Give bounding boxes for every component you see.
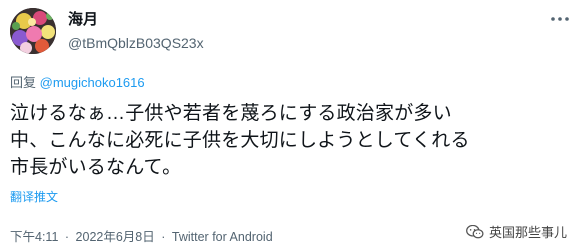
display-name[interactable]: 海月 — [68, 10, 204, 30]
reply-mention-link[interactable]: @mugichoko1616 — [40, 75, 145, 90]
tweet-metadata: 下午4:11 · 2022年6月8日 · Twitter for Android — [10, 226, 273, 245]
meta-separator: · — [161, 230, 166, 244]
user-info: 海月 @tBmQblzB03QS23x — [68, 10, 204, 53]
watermark-text: 英国那些事儿 — [488, 225, 567, 240]
avatar-flowers-icon — [10, 8, 56, 54]
reply-context: 回复 @mugichoko1616 — [10, 72, 145, 91]
meta-separator: · — [64, 230, 70, 244]
user-handle[interactable]: @tBmQblzB03QS23x — [68, 33, 204, 53]
avatar[interactable] — [10, 8, 56, 54]
reply-prefix: 回复 — [10, 75, 40, 90]
tweet-text-line: 泣けるなぁ…子供や若者を蔑ろにする政治家が多い — [10, 103, 452, 124]
tweet-card: 海月 @tBmQblzB03QS23x 回复 @mugichoko1616 泣け… — [0, 0, 579, 250]
more-options-icon[interactable] — [549, 10, 571, 28]
translate-tweet-link[interactable]: 翻译推文 — [10, 188, 58, 205]
wechat-icon — [466, 224, 484, 238]
tweet-text-line: 中、こんなに必死に子供を大切にしようとしてくれる — [10, 130, 470, 151]
tweet-text-line: 市長がいるなんて。 — [10, 157, 182, 178]
tweet-text: 泣けるなぁ…子供や若者を蔑ろにする政治家が多い 中、こんなに必死に子供を大切にし… — [10, 100, 575, 181]
tweet-time[interactable]: 下午4:11 — [10, 230, 58, 244]
tweet-date[interactable]: 2022年6月8日 — [76, 230, 155, 244]
tweet-source[interactable]: Twitter for Android — [172, 230, 273, 244]
watermark: 英国那些事儿 — [466, 222, 567, 241]
